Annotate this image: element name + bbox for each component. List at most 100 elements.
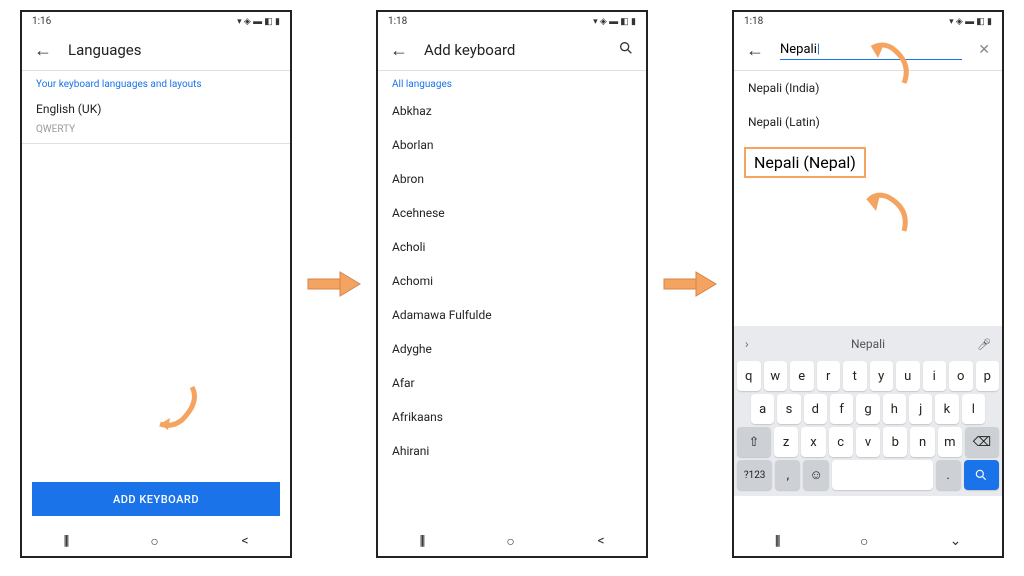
suggestion-text[interactable]: Nepali [851, 337, 885, 351]
app-bar: ← Languages [22, 30, 290, 70]
status-icons: ▾ ◈ ▬ ◧ ▮ [237, 16, 280, 27]
key[interactable]: t [843, 361, 867, 391]
section-header: All languages [378, 71, 646, 94]
annotation-curl-arrow [152, 382, 202, 432]
nav-bar: ||| ○ < [378, 526, 646, 556]
nav-home-icon[interactable]: ○ [150, 533, 158, 550]
nav-keyboard-down-icon[interactable]: ⌄ [950, 533, 962, 549]
content-area [22, 144, 290, 472]
key[interactable]: q [737, 361, 761, 391]
status-time: 1:18 [744, 16, 763, 27]
search-input[interactable]: Nepali| [780, 40, 962, 60]
search-enter-key[interactable] [964, 460, 999, 490]
nav-recent-icon[interactable]: ||| [419, 533, 423, 549]
nav-home-icon[interactable]: ○ [506, 533, 514, 550]
search-result-item[interactable]: Nepali (India) [734, 71, 1002, 105]
key[interactable]: b [883, 427, 907, 457]
key[interactable]: j [909, 394, 932, 424]
add-keyboard-button[interactable]: ADD KEYBOARD [32, 482, 280, 516]
app-bar: ← Nepali| ✕ [734, 30, 1002, 70]
key[interactable]: a [751, 394, 774, 424]
list-item[interactable]: Abkhaz [378, 94, 646, 128]
key-row: ⇧ z x c v b n m ⌫ [737, 427, 999, 457]
list-item[interactable]: Aborlan [378, 128, 646, 162]
key[interactable]: o [949, 361, 973, 391]
key[interactable]: k [935, 394, 958, 424]
key[interactable]: e [790, 361, 814, 391]
phone-screen-2: 1:18 ▾ ◈ ▬ ◧ ▮ ← Add keyboard All langua… [376, 10, 648, 558]
nav-home-icon[interactable]: ○ [860, 533, 868, 550]
backspace-key[interactable]: ⌫ [965, 427, 999, 457]
page-title: Languages [68, 41, 142, 59]
close-icon[interactable]: ✕ [978, 42, 990, 58]
emoji-key[interactable]: ☺ [803, 460, 828, 490]
shift-key[interactable]: ⇧ [737, 427, 771, 457]
mic-icon[interactable]: 🎤︎ [977, 338, 991, 351]
keyboard: › Nepali 🎤︎ q w e r t y u i o p a s d f [734, 326, 1002, 496]
list-item[interactable]: Achomi [378, 264, 646, 298]
back-icon[interactable]: ← [34, 40, 52, 61]
period-key[interactable]: . [936, 460, 961, 490]
comma-key[interactable]: , [775, 460, 800, 490]
phone-screen-3: 1:18 ▾ ◈ ▬ ◧ ▮ ← Nepali| ✕ Nepali (India… [732, 10, 1004, 558]
section-header: Your keyboard languages and layouts [22, 71, 290, 94]
status-bar: 1:18 ▾ ◈ ▬ ◧ ▮ [734, 12, 1002, 30]
list-item[interactable]: Afar [378, 366, 646, 400]
phone-screen-1: 1:16 ▾ ◈ ▬ ◧ ▮ ← Languages Your keyboard… [20, 10, 292, 558]
key[interactable]: u [896, 361, 920, 391]
search-result-item[interactable]: Nepali (Latin) [734, 105, 1002, 139]
list-item[interactable]: Adamawa Fulfulde [378, 298, 646, 332]
key[interactable]: c [829, 427, 853, 457]
flow-arrow-icon [304, 264, 364, 304]
key[interactable]: f [830, 394, 853, 424]
key[interactable]: d [804, 394, 827, 424]
status-time: 1:18 [388, 16, 407, 27]
key-row: ?123 , ☺ . [737, 460, 999, 490]
list-item[interactable]: Acholi [378, 230, 646, 264]
list-item[interactable]: Afrikaans [378, 400, 646, 434]
space-key[interactable] [832, 460, 933, 490]
status-bar: 1:18 ▾ ◈ ▬ ◧ ▮ [378, 12, 646, 30]
annotation-curl-arrow [862, 189, 912, 239]
nav-bar: ||| ○ ⌄ [734, 526, 1002, 556]
key[interactable]: h [883, 394, 906, 424]
language-item[interactable]: English (UK) [22, 94, 290, 124]
suggestion-bar: › Nepali 🎤︎ [737, 330, 999, 358]
key[interactable]: z [774, 427, 798, 457]
key-row: q w e r t y u i o p [737, 361, 999, 391]
nav-recent-icon[interactable]: ||| [63, 533, 67, 549]
search-result-item-highlighted[interactable]: Nepali (Nepal) [744, 147, 866, 178]
status-icons: ▾ ◈ ▬ ◧ ▮ [949, 16, 992, 27]
app-bar: ← Add keyboard [378, 30, 646, 70]
nav-recent-icon[interactable]: ||| [775, 533, 779, 549]
page-title: Add keyboard [424, 41, 515, 59]
nav-back-icon[interactable]: < [597, 533, 604, 549]
key[interactable]: n [910, 427, 934, 457]
key[interactable]: p [976, 361, 1000, 391]
key[interactable]: v [856, 427, 880, 457]
symbol-key[interactable]: ?123 [737, 460, 772, 490]
key[interactable]: s [777, 394, 800, 424]
language-layout: QWERTY [22, 124, 290, 143]
status-time: 1:16 [32, 16, 51, 27]
back-icon[interactable]: ← [390, 40, 408, 61]
search-icon[interactable] [618, 40, 634, 60]
back-icon[interactable]: ← [746, 40, 764, 61]
nav-back-icon[interactable]: < [241, 533, 248, 549]
key[interactable]: l [962, 394, 985, 424]
key[interactable]: w [764, 361, 788, 391]
list-item[interactable]: Adyghe [378, 332, 646, 366]
search-results: Nepali (India) Nepali (Latin) Nepali (Ne… [734, 71, 1002, 526]
list-item[interactable]: Ahirani [378, 434, 646, 468]
key[interactable]: i [923, 361, 947, 391]
key[interactable]: x [801, 427, 825, 457]
status-bar: 1:16 ▾ ◈ ▬ ◧ ▮ [22, 12, 290, 30]
key[interactable]: g [856, 394, 879, 424]
list-item[interactable]: Abron [378, 162, 646, 196]
chevron-right-icon[interactable]: › [745, 337, 749, 351]
key[interactable]: y [870, 361, 894, 391]
key[interactable]: m [938, 427, 962, 457]
key[interactable]: r [817, 361, 841, 391]
key-row: a s d f g h j k l [737, 394, 999, 424]
list-item[interactable]: Acehnese [378, 196, 646, 230]
